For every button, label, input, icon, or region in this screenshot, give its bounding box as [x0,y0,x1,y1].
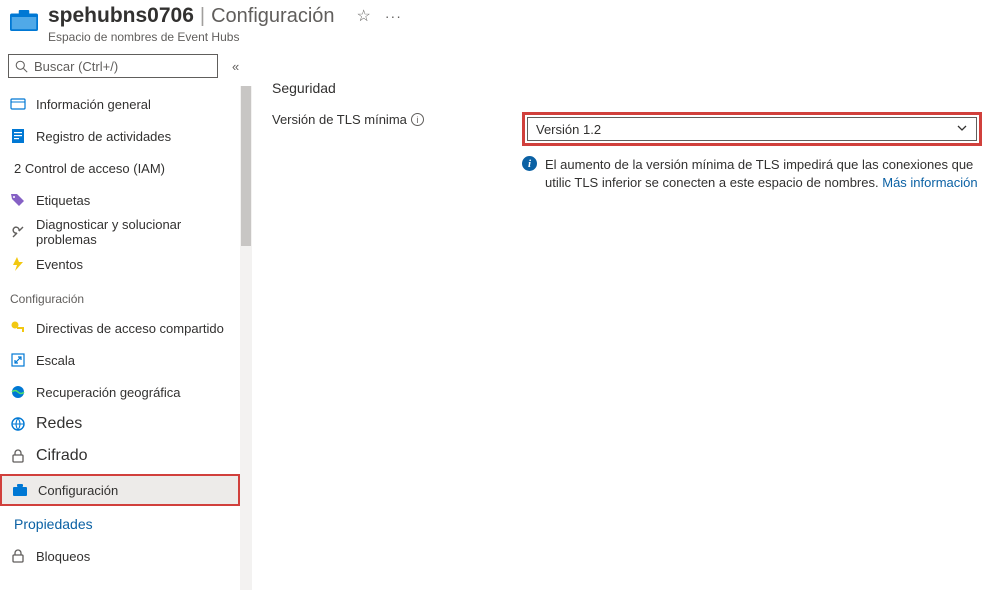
sidebar-item-label: Eventos [36,257,83,272]
more-info-link[interactable]: Más información [882,175,977,190]
sidebar-group-configuration: Configuración [0,280,240,312]
chevron-down-icon [956,122,968,137]
sidebar-item-locks[interactable]: Bloqueos [0,540,240,572]
sidebar-item-geo-recovery[interactable]: Recuperación geográfica [0,376,240,408]
sidebar-scrollbar[interactable] [240,86,252,590]
section-title-security: Seguridad [272,80,989,96]
sidebar-item-encryption[interactable]: Cifrado [0,440,240,472]
page-title: Configuración [211,5,334,28]
info-icon[interactable]: i [411,113,424,126]
sidebar-search[interactable] [8,54,218,78]
title-separator: | [200,5,205,28]
collapse-sidebar-icon[interactable]: « [232,59,239,74]
sidebar-item-label: Cifrado [36,447,88,465]
overview-icon [10,96,26,112]
tls-info-text: El aumento de la versión mínima de TLS i… [545,156,982,191]
sidebar: « Información general Registro de activi… [0,48,252,590]
sidebar-item-overview[interactable]: Información general [0,88,240,120]
toolbox-icon [12,482,28,498]
resource-name: spehubns0706 [48,4,194,28]
sidebar-item-label: Escala [36,353,75,368]
key-icon [10,320,26,336]
lock-icon [10,548,26,564]
network-icon [10,416,26,432]
tls-min-version-select[interactable]: Versión 1.2 [527,117,977,141]
tls-min-version-label: Versión de TLS mínima [272,112,407,127]
search-icon [15,60,28,73]
events-icon [10,256,26,272]
activity-log-icon [10,128,26,144]
resource-icon [10,10,38,32]
sidebar-item-label: Directivas de acceso compartido [36,321,224,336]
lock-icon [10,448,26,464]
tls-select-highlight: Versión 1.2 [522,112,982,146]
sidebar-item-label: Diagnosticar y solucionar problemas [36,217,240,247]
sidebar-item-events[interactable]: Eventos [0,248,240,280]
main-content: Seguridad Versión de TLS mínima i Versió… [252,48,989,590]
globe-icon [10,384,26,400]
sidebar-item-label: Propiedades [14,516,93,532]
sidebar-item-label: Redes [36,415,82,433]
sidebar-item-shared-access-policies[interactable]: Directivas de acceso compartido [0,312,240,344]
resource-type-label: Espacio de nombres de Event Hubs [48,30,402,44]
tags-icon [10,192,26,208]
sidebar-item-label: Registro de actividades [36,129,171,144]
info-badge-icon: i [522,156,537,171]
sidebar-item-activity-log[interactable]: Registro de actividades [0,120,240,152]
diagnose-icon [10,224,26,240]
favorite-star-icon[interactable]: ☆ [357,6,371,26]
sidebar-item-label: 2 Control de acceso (IAM) [14,161,165,176]
sidebar-item-tags[interactable]: Etiquetas [0,184,240,216]
sidebar-item-label: Información general [36,97,151,112]
sidebar-item-label: Bloqueos [36,549,90,564]
sidebar-item-configuration[interactable]: Configuración [0,474,240,506]
sidebar-item-label: Configuración [38,483,118,498]
sidebar-item-label: Etiquetas [36,193,90,208]
page-header: spehubns0706 | Configuración ☆ ··· Espac… [0,0,989,48]
sidebar-item-label: Recuperación geográfica [36,385,181,400]
sidebar-item-diagnose[interactable]: Diagnosticar y solucionar problemas [0,216,240,248]
search-input[interactable] [34,59,211,74]
sidebar-item-properties[interactable]: Propiedades [0,508,240,540]
select-value: Versión 1.2 [536,122,601,137]
sidebar-item-networking[interactable]: Redes [0,408,240,440]
scale-icon [10,352,26,368]
more-actions-icon[interactable]: ··· [385,8,402,24]
sidebar-scrollbar-thumb[interactable] [241,86,251,246]
sidebar-item-access-control[interactable]: 2 Control de acceso (IAM) [0,152,240,184]
sidebar-item-scale[interactable]: Escala [0,344,240,376]
